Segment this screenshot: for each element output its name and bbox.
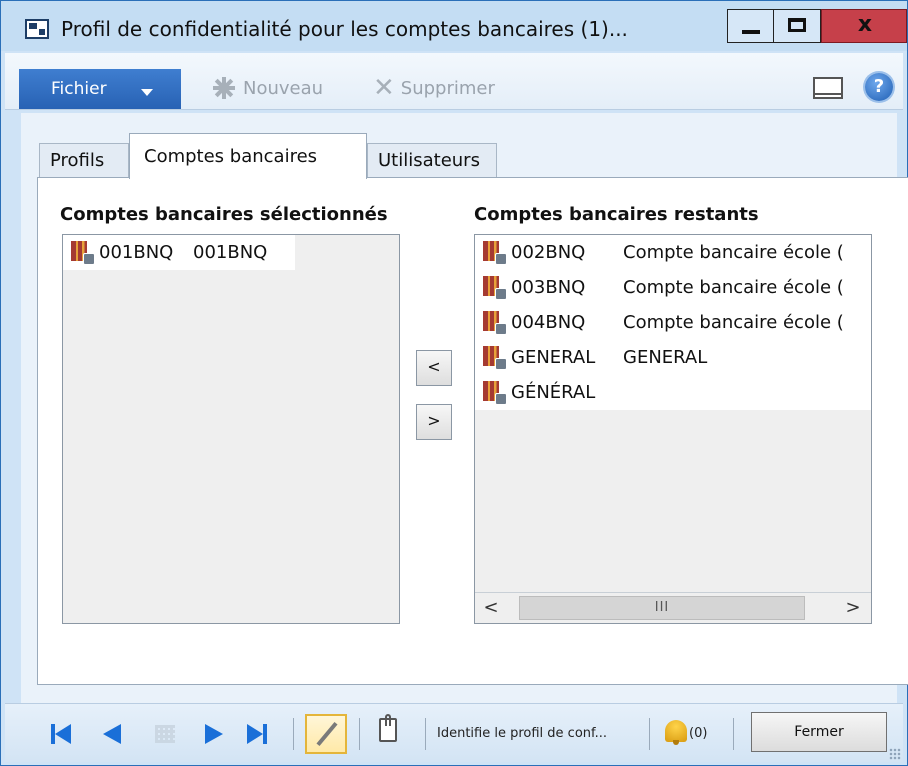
edit-mode-button[interactable] (305, 714, 347, 754)
selected-accounts-list[interactable]: 001BNQ 001BNQ (62, 234, 400, 624)
account-code: 002BNQ (511, 242, 586, 263)
list-item[interactable]: GENERAL GENERAL (475, 340, 871, 375)
bank-account-icon (483, 275, 507, 300)
bank-account-icon (483, 380, 507, 405)
dialog-window: Profil de confidentialité pour les compt… (0, 0, 908, 766)
account-code: 001BNQ (99, 242, 174, 263)
resize-grip-icon[interactable] (889, 748, 901, 760)
account-description: Compte bancaire école ( (623, 242, 844, 263)
account-description: GENERAL (623, 347, 708, 368)
bell-icon[interactable] (665, 720, 687, 745)
selected-accounts-title: Comptes bancaires sélectionnés (60, 204, 388, 225)
tab-profils[interactable]: Profils (39, 143, 129, 177)
list-item[interactable]: 001BNQ 001BNQ (63, 235, 295, 270)
next-record-icon[interactable] (203, 724, 223, 744)
bank-account-icon (483, 310, 507, 335)
minimize-icon (742, 30, 760, 34)
account-description: Compte bancaire école ( (623, 277, 844, 298)
list-item[interactable]: 002BNQ Compte bancaire école ( (475, 235, 871, 270)
window-title: Profil de confidentialité pour les compt… (61, 17, 628, 41)
file-menu-button[interactable]: Fichier (19, 69, 181, 109)
close-button[interactable]: Fermer (751, 712, 887, 752)
action-pane: Fichier Nouveau ✕ Supprimer ? (5, 53, 903, 110)
account-code: GENERAL (511, 347, 596, 368)
delete-button[interactable]: ✕ Supprimer (373, 75, 495, 101)
chevron-down-icon (141, 89, 153, 96)
delete-label: Supprimer (400, 77, 495, 99)
separator (293, 718, 294, 750)
delete-icon: ✕ (373, 73, 395, 103)
tab-panel-comptes-bancaires: Comptes bancaires sélectionnés Comptes b… (37, 177, 908, 685)
app-icon[interactable] (25, 19, 49, 39)
maximize-button[interactable] (773, 9, 821, 43)
separator (733, 718, 734, 750)
close-icon: x (857, 12, 873, 37)
tab-utilisateurs[interactable]: Utilisateurs (367, 143, 497, 177)
window-close-button[interactable]: x (821, 9, 907, 43)
minimize-button[interactable] (727, 9, 773, 43)
scroll-left-button[interactable]: < (479, 593, 503, 623)
attachment-icon[interactable] (379, 714, 397, 742)
separator (425, 718, 426, 750)
add-account-button[interactable]: < (416, 350, 452, 386)
tab-comptes-bancaires[interactable]: Comptes bancaires (129, 133, 367, 179)
account-code: GÉNÉRAL (511, 382, 596, 403)
remove-account-button[interactable]: > (416, 404, 452, 440)
list-item[interactable]: 004BNQ Compte bancaire école ( (475, 305, 871, 340)
account-description: Compte bancaire école ( (623, 312, 844, 333)
status-bar: Identifie le profil de conf... (0) Ferme… (5, 703, 903, 762)
new-button[interactable]: Nouveau (211, 75, 323, 101)
bank-account-icon (71, 240, 95, 265)
account-code: 004BNQ (511, 312, 586, 333)
bank-account-icon (483, 345, 507, 370)
maximize-icon (788, 18, 806, 32)
alert-count: (0) (689, 726, 708, 741)
form-content: Profils Comptes bancaires Utilisateurs C… (21, 113, 908, 703)
account-code: 003BNQ (511, 277, 586, 298)
new-label: Nouveau (243, 77, 324, 99)
help-icon[interactable]: ? (865, 73, 893, 101)
new-icon (211, 75, 237, 101)
title-bar[interactable]: Profil de confidentialité pour les compt… (1, 1, 907, 51)
scrollbar-thumb[interactable]: III (519, 596, 805, 620)
scroll-right-button[interactable]: > (841, 593, 865, 623)
layout-icon[interactable] (813, 77, 843, 99)
last-record-icon[interactable] (247, 724, 267, 744)
remaining-accounts-title: Comptes bancaires restants (474, 204, 759, 225)
first-record-icon[interactable] (51, 724, 71, 744)
account-description: 001BNQ (193, 242, 268, 263)
list-item[interactable]: GÉNÉRAL (475, 375, 871, 410)
list-item[interactable]: 003BNQ Compte bancaire école ( (475, 270, 871, 305)
grid-view-icon[interactable] (155, 725, 175, 743)
remaining-accounts-list[interactable]: 002BNQ Compte bancaire école ( 003BNQ Co… (474, 234, 872, 624)
previous-record-icon[interactable] (103, 724, 123, 744)
horizontal-scrollbar[interactable]: < III > (475, 592, 871, 623)
status-description: Identifie le profil de conf... (437, 726, 608, 741)
file-menu-label: Fichier (51, 79, 107, 99)
separator (649, 718, 650, 750)
separator (359, 718, 360, 750)
bank-account-icon (483, 240, 507, 265)
